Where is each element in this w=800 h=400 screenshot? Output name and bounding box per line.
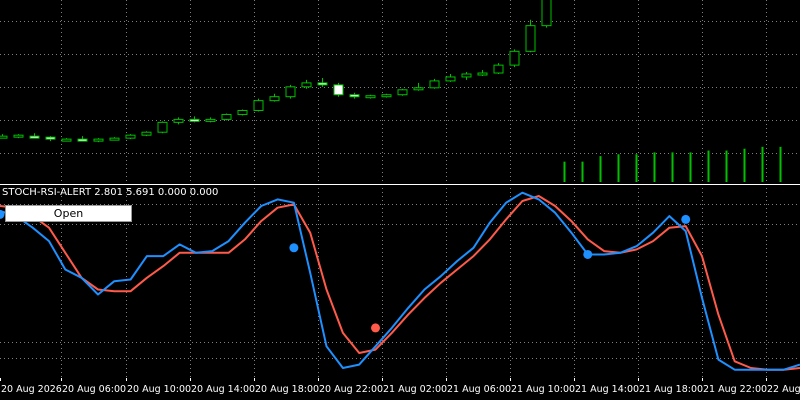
bull-candle [61, 138, 72, 142]
x-tick-label: 21 Aug 22:00 [703, 384, 767, 395]
bull-candle [109, 137, 120, 141]
bull-candle [125, 134, 136, 139]
trading-chart[interactable]: 20 Aug 2026 20 Aug 06:00 20 Aug 10:00 20 Au… [0, 0, 800, 400]
bull-candle [509, 50, 520, 66]
x-tick-label: 21 Aug 02:00 [383, 384, 447, 395]
bear-candle [333, 84, 344, 96]
bull-candle [253, 100, 264, 112]
x-tick-label: 20 Aug 14:00 [191, 384, 255, 395]
signal-marker [289, 243, 299, 253]
open-button[interactable]: Open [5, 205, 132, 222]
bull-candle [365, 95, 376, 99]
bull-candle [205, 118, 216, 122]
bull-candle [285, 86, 296, 98]
bull-candle [397, 89, 408, 96]
x-tick-label: 21 Aug 18:00 [639, 384, 703, 395]
x-tick-label: 22 Aug 02:00 [767, 384, 800, 395]
bull-candle [141, 131, 152, 136]
bear-candle [29, 135, 40, 139]
bull-candle [429, 80, 440, 89]
volume-bars [563, 146, 782, 182]
bull-candle [157, 121, 168, 133]
bull-candle [173, 118, 184, 123]
bull-candle [445, 76, 456, 82]
bear-candle [45, 136, 56, 140]
bull-candle [13, 134, 24, 138]
x-tick-label: 20 Aug 10:00 [127, 384, 191, 395]
bull-candle [541, 0, 552, 27]
bear-candle [349, 94, 360, 98]
bull-candle [237, 110, 248, 115]
signal-markers [0, 209, 691, 333]
x-tick-label: 20 Aug 2026 [1, 384, 62, 395]
indicator-label: STOCH-RSI-ALERT 2.801 5.691 0.000 0.000 [2, 187, 219, 198]
bull-candle [0, 135, 8, 139]
x-tick-label: 20 Aug 06:00 [62, 384, 126, 395]
x-tick-label: 21 Aug 14:00 [575, 384, 639, 395]
x-tick-label: 20 Aug 22:00 [319, 384, 383, 395]
bull-candle [93, 138, 104, 142]
bull-candle [461, 73, 472, 78]
stoch-signal-line [0, 195, 800, 371]
x-tick-label: 21 Aug 10:00 [511, 384, 575, 395]
bear-candle [77, 138, 88, 142]
bull-candle [381, 94, 392, 98]
bear-candle [189, 118, 200, 122]
time-axis-labels: 20 Aug 2026 20 Aug 06:00 20 Aug 10:00 20 Au… [0, 378, 800, 395]
signal-marker [371, 323, 381, 333]
bull-candle [221, 113, 232, 120]
bull-candle [525, 25, 536, 52]
signal-marker [681, 214, 691, 224]
signal-marker [583, 249, 593, 259]
x-tick-label: 20 Aug 18:00 [255, 384, 319, 395]
bull-candle [477, 72, 488, 76]
bear-candle [317, 82, 328, 86]
bull-candle [269, 96, 280, 102]
bull-candle [493, 64, 504, 74]
bull-candle [413, 87, 424, 91]
bull-candle [301, 82, 312, 88]
x-tick-label: 21 Aug 06:00 [447, 384, 511, 395]
